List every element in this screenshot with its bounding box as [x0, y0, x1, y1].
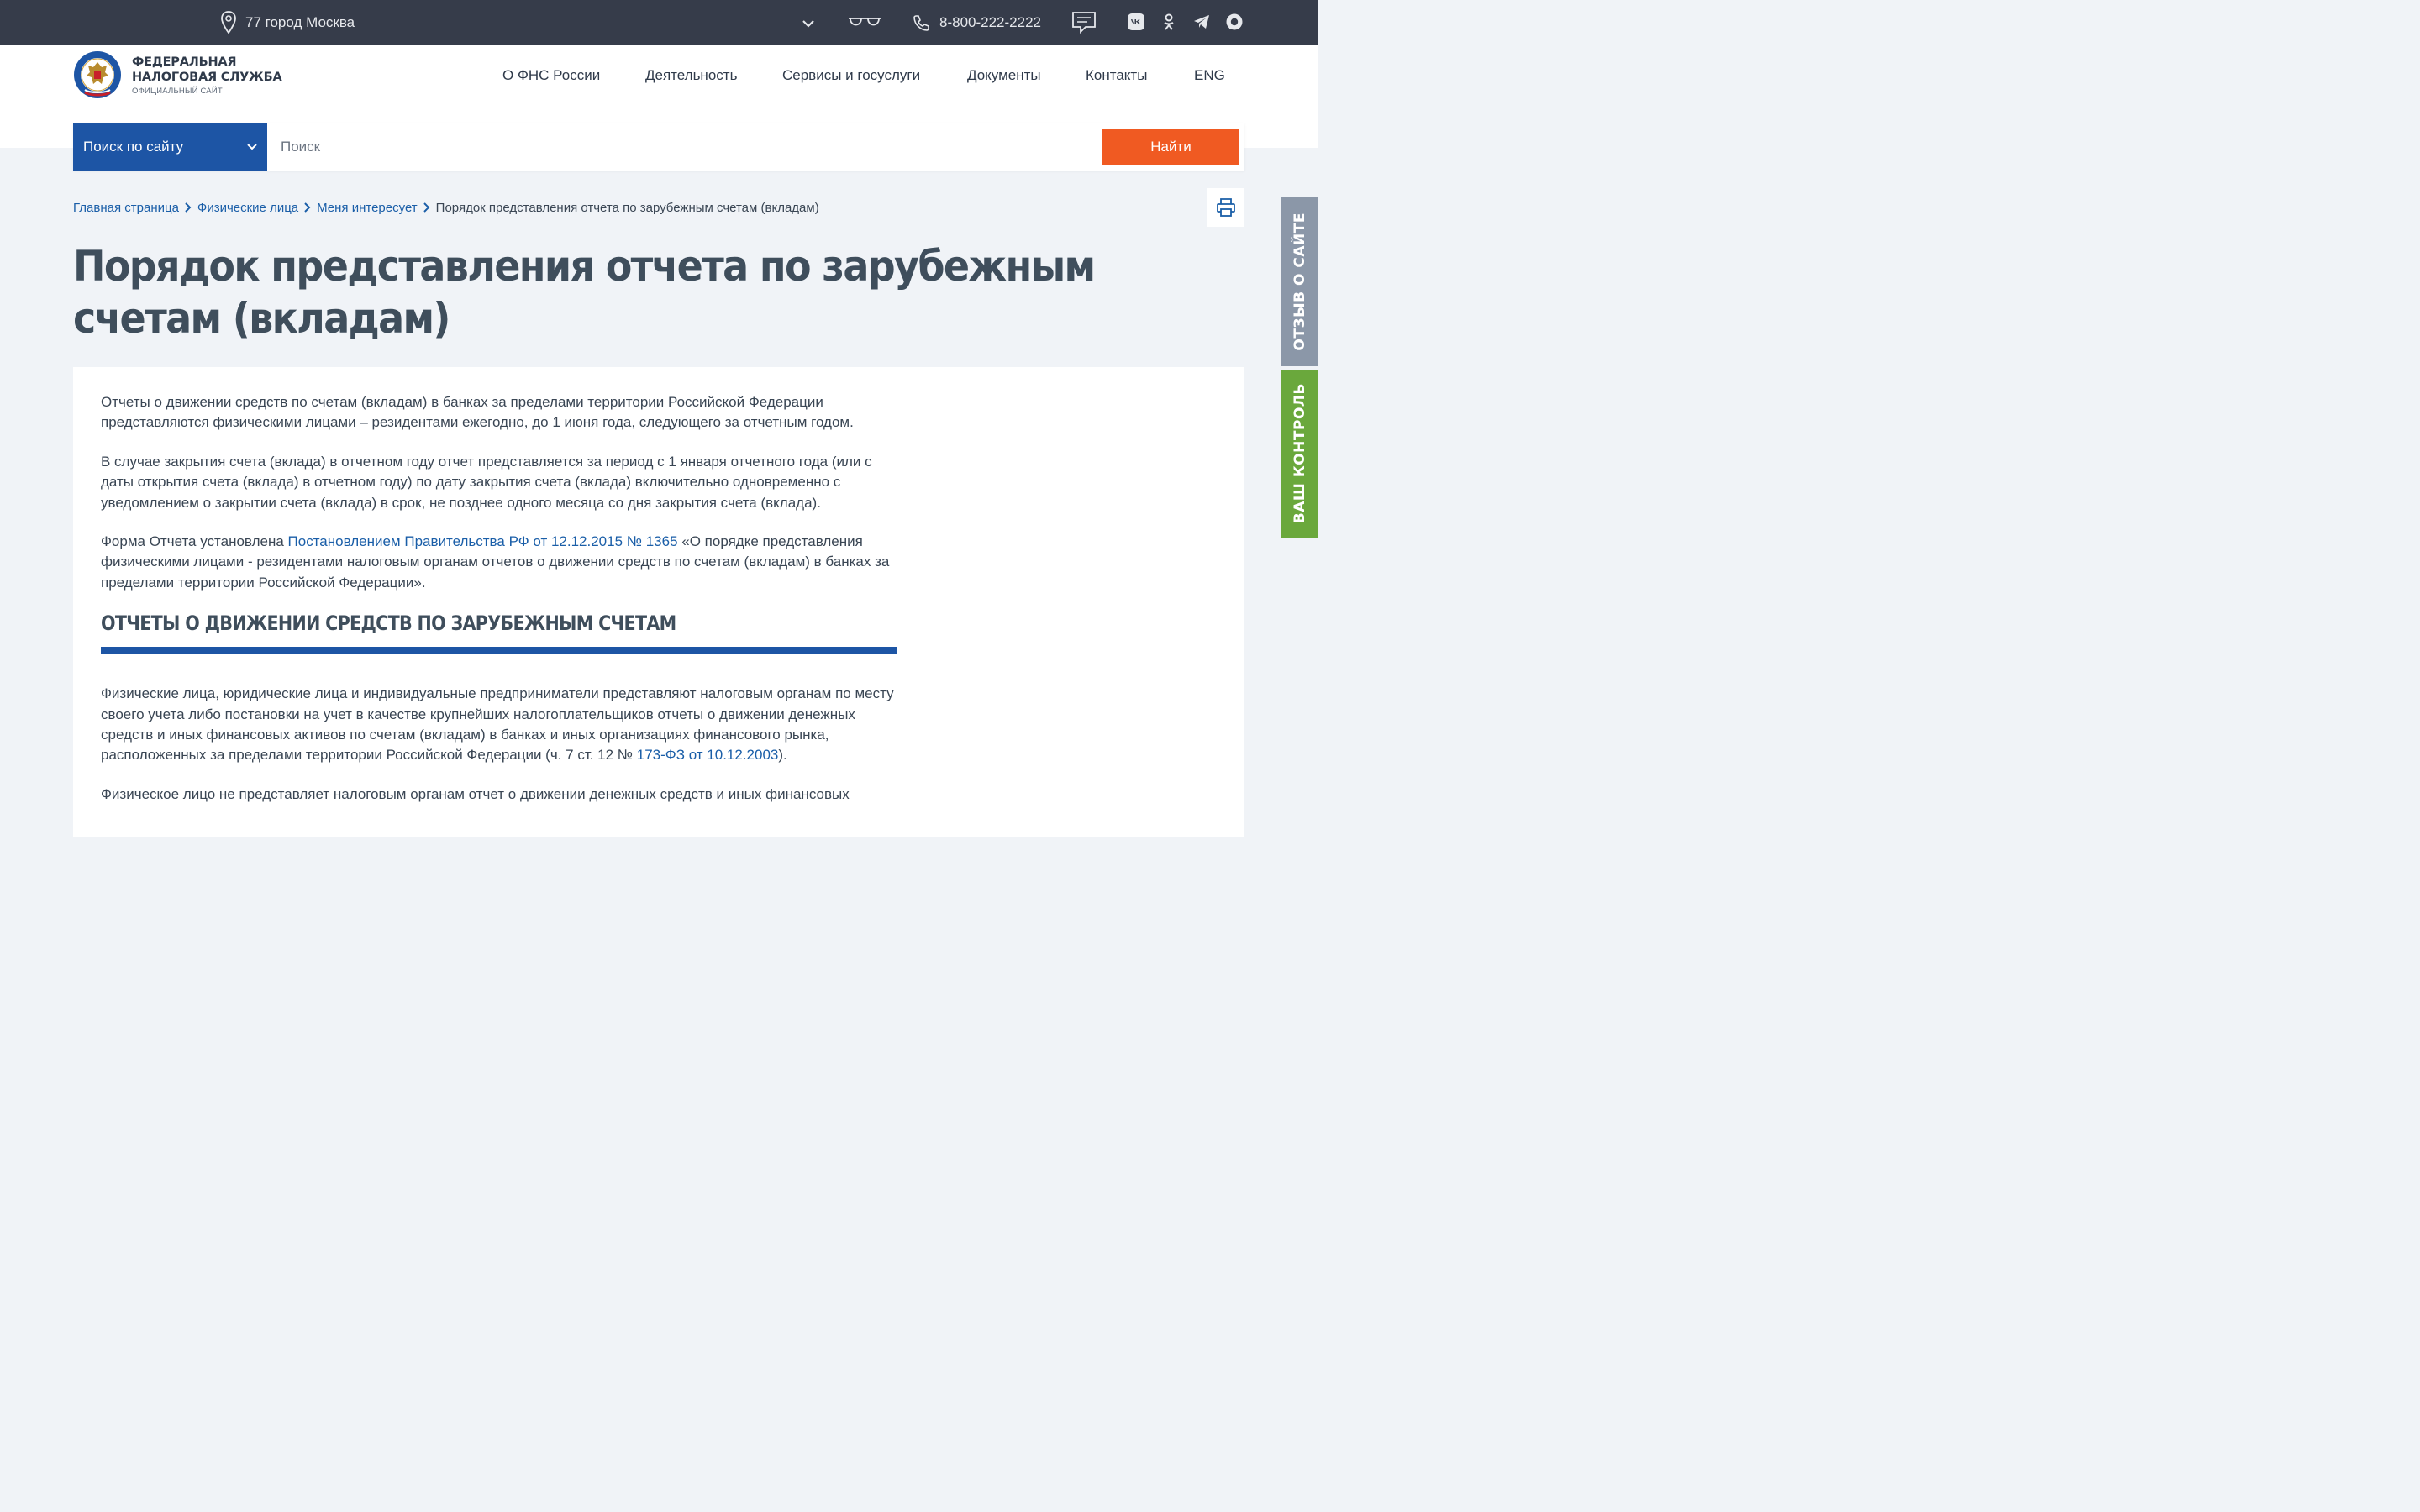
top-bar: 77 город Москва 8-800-222-2222 [0, 0, 1318, 45]
paragraph-obligation: Физические лица, юридические лица и инди… [101, 684, 899, 766]
logo-subtitle: ОФИЦИАЛЬНЫЙ САЙТ [132, 86, 223, 96]
printer-icon [1217, 198, 1235, 217]
paragraph-closure: В случае закрытия счета (вклада) в отчет… [101, 453, 872, 511]
odnoklassniki-icon[interactable] [1159, 12, 1179, 32]
vk-icon[interactable] [1126, 12, 1146, 32]
paragraph-exemption: Физическое лицо не представляет налоговы… [101, 785, 850, 802]
search-scope-label: Поиск по сайту [83, 139, 184, 155]
search-scope-select[interactable]: Поиск по сайту [73, 123, 267, 171]
print-button[interactable] [1207, 188, 1244, 227]
location-pin-icon [221, 11, 236, 34]
breadcrumb-link-interests[interactable]: Меня интересует [317, 201, 418, 215]
max-messenger-icon[interactable] [1224, 12, 1244, 32]
telegram-icon[interactable] [1192, 12, 1212, 32]
region-label: 77 город Москва [245, 14, 355, 30]
breadcrumb: Главная страница Физические лица Меня ин… [73, 200, 819, 215]
content-card: Отчеты о движении средств по счетам (вкл… [73, 367, 1244, 837]
feedback-tab[interactable]: ОТЗЫВ О САЙТЕ [1281, 197, 1318, 366]
section-divider [101, 647, 897, 654]
section-heading: ОТЧЕТЫ О ДВИЖЕНИИ СРЕДСТВ ПО ЗАРУБЕЖНЫМ … [101, 612, 676, 636]
nav-item-contacts[interactable]: Контакты [1086, 67, 1147, 84]
phone-icon [913, 15, 929, 31]
glasses-icon[interactable] [847, 13, 882, 32]
social-links [1126, 12, 1244, 32]
chevron-down-icon [247, 144, 257, 150]
main-nav: О ФНС России Деятельность Сервисы и госу… [0, 67, 1318, 87]
nav-item-services[interactable]: Сервисы и госуслуги [782, 67, 920, 84]
breadcrumb-link-individuals[interactable]: Физические лица [197, 201, 298, 215]
paragraph-form-text-start: Форма Отчета установлена [101, 533, 288, 550]
resolution-link[interactable]: Постановлением Правительства РФ от 12.12… [288, 533, 678, 549]
nav-item-activity[interactable]: Деятельность [645, 67, 737, 84]
chevron-right-icon [421, 200, 433, 215]
feedback-tab-label: ОТЗЫВ О САЙТЕ [1291, 212, 1308, 351]
nav-item-about[interactable]: О ФНС России [502, 67, 600, 84]
nav-item-eng[interactable]: ENG [1194, 67, 1225, 84]
chevron-right-icon [182, 200, 194, 215]
federal-law-link[interactable]: 173-ФЗ от 10.12.2003 [637, 747, 779, 763]
control-tab[interactable]: ВАШ КОНТРОЛЬ [1281, 370, 1318, 538]
page-title: Порядок представления отчета по зарубежн… [73, 242, 1096, 343]
search-input[interactable] [267, 123, 1099, 171]
nav-item-documents[interactable]: Документы [967, 67, 1041, 84]
search-button[interactable]: Найти [1102, 129, 1239, 165]
hotline-phone[interactable]: 8-800-222-2222 [913, 10, 1041, 35]
paragraph-deadline: Отчеты о движении средств по счетам (вкл… [101, 394, 854, 431]
region-selector[interactable]: 77 город Москва [220, 10, 355, 35]
paragraph-form: Форма Отчета установлена Постановлением … [101, 532, 899, 593]
chat-icon[interactable] [1071, 10, 1097, 35]
breadcrumb-link-home[interactable]: Главная страница [73, 201, 179, 215]
site-search: Поиск по сайту Найти [73, 123, 1244, 171]
breadcrumb-current: Порядок представления отчета по зарубежн… [435, 200, 819, 215]
chevron-down-icon[interactable] [800, 15, 817, 32]
control-tab-label: ВАШ КОНТРОЛЬ [1291, 383, 1308, 524]
paragraph-obligation-text-end: ). [778, 747, 787, 764]
phone-number: 8-800-222-2222 [939, 14, 1041, 30]
chevron-right-icon [302, 200, 313, 215]
article-body: Отчеты о движении средств по счетам (вкл… [101, 392, 899, 823]
